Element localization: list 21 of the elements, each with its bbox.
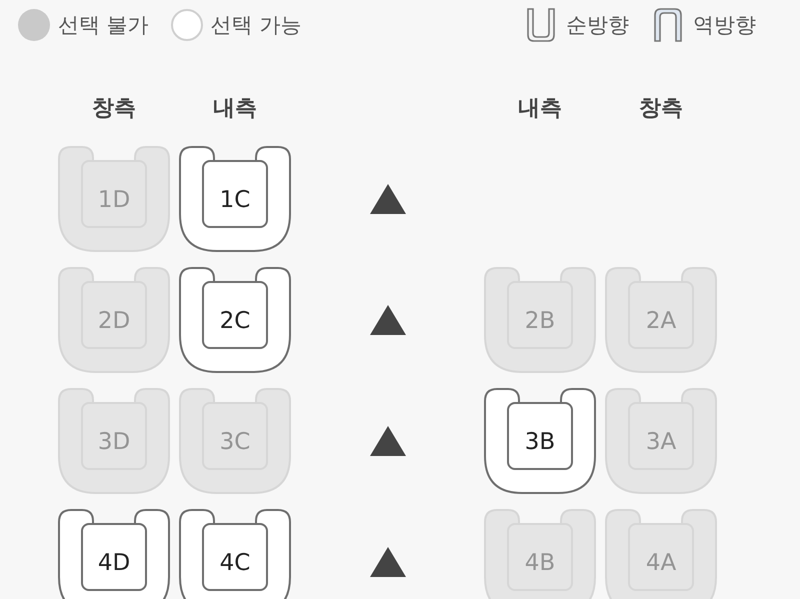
unavailable-dot-icon <box>18 9 50 41</box>
seat[interactable]: 4C <box>179 509 291 599</box>
column-header: 내측 <box>518 95 562 123</box>
up-triangle-icon <box>370 305 406 335</box>
n-shape-icon <box>651 7 685 43</box>
column-header: 창측 <box>92 95 136 123</box>
up-triangle-icon <box>370 547 406 577</box>
legend-label: 선택 불가 <box>58 12 149 39</box>
seat[interactable]: 3B <box>484 388 596 494</box>
legend-label: 선택 가능 <box>210 12 302 39</box>
seat[interactable]: 2C <box>179 267 291 373</box>
column-header: 창측 <box>639 95 683 123</box>
legend-label: 순방향 <box>566 12 629 39</box>
available-dot-icon <box>170 9 203 41</box>
legend-label: 역방향 <box>693 12 756 39</box>
seat[interactable]: 1C <box>179 146 291 252</box>
up-triangle-icon <box>370 184 406 214</box>
seat[interactable]: 4D <box>58 509 170 599</box>
u-shape-icon <box>524 7 558 43</box>
up-triangle-icon <box>370 426 406 456</box>
column-header: 내측 <box>213 95 257 123</box>
